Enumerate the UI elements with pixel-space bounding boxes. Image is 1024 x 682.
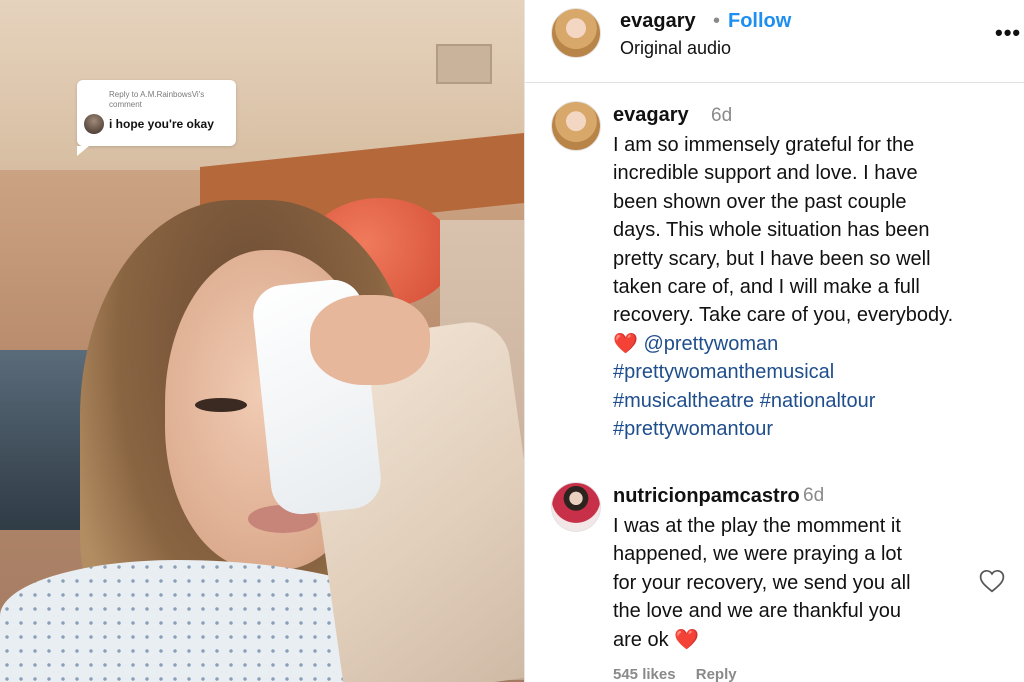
comment-likes-count[interactable]: 545 likes [613,666,676,682]
comment-last-line: are ok ❤️ [613,626,973,654]
commenter-username[interactable]: nutricionpamcastro [613,485,800,508]
mention-link[interactable]: @prettywoman [643,333,778,355]
comment-line: the love and we are thankful you [613,600,901,623]
caption-line: incredible support and love. I have [613,162,918,185]
person-hand [310,295,430,385]
person-eye [195,398,247,412]
reply-sticker-text: i hope you're okay [109,117,214,131]
caption-line: days. This whole situation has been [613,219,930,242]
post-header: evagary • Follow Original audio ••• [525,0,1024,83]
avatar [84,114,104,134]
caption-text: I am so immensely grateful for the incre… [613,131,1018,443]
author-username[interactable]: evagary [620,10,696,33]
caption-timestamp[interactable]: 6d [711,105,732,127]
comment-meta: 545 likes Reply [613,666,753,682]
comment-line-text: are ok [613,628,669,651]
reply-sticker: Reply to A.M.RainbowsVi's comment i hope… [77,80,236,156]
hashtag-link[interactable]: #musicaltheatre [613,390,754,412]
post-media[interactable]: Reply to A.M.RainbowsVi's comment i hope… [0,0,524,682]
reply-meta-line2: comment [109,100,142,109]
ceiling-vent [436,44,492,84]
heart-emoji-icon: ❤️ [674,628,700,651]
caption-author-avatar[interactable] [551,101,601,151]
like-heart-icon[interactable] [979,569,1005,593]
comment-timestamp[interactable]: 6d [803,485,824,507]
caption-mention-line: ❤️ @prettywoman [613,330,1018,358]
hospital-equipment [0,350,90,530]
hashtag-link[interactable]: #prettywomantour [613,418,773,440]
hashtag-line: #prettywomanthemusical [613,358,1018,386]
caption-line: pretty scary, but I have been so well [613,247,931,270]
caption-line: I am so immensely grateful for the [613,134,915,156]
caption-line: been shown over the past couple [613,190,907,213]
follow-button[interactable]: Follow [728,10,791,33]
reply-button[interactable]: Reply [696,666,737,682]
hashtag-line: #musicaltheatre #nationaltour [613,387,1018,415]
separator-dot: • [713,10,721,32]
hashtag-link[interactable]: #nationaltour [760,390,876,412]
caption-line: recovery. Take care of you, everybody. [613,304,954,327]
comment-line: I was at the play the momment it [613,515,901,537]
more-options-icon[interactable]: ••• [995,20,1021,46]
caption-username[interactable]: evagary [613,104,689,127]
comment-line: for your recovery, we send you all [613,571,911,594]
hashtag-line: #prettywomantour [613,415,1018,443]
comment-line: happened, we were praying a lot [613,543,903,566]
hashtag-link[interactable]: #prettywomanthemusical [613,361,834,383]
author-avatar[interactable] [551,8,601,58]
audio-link[interactable]: Original audio [620,38,731,59]
post-panel: evagary • Follow Original audio ••• evag… [524,0,1024,682]
heart-emoji-icon: ❤️ [613,332,638,355]
commenter-avatar[interactable] [551,482,601,532]
comment-text: I was at the play the momment it happene… [613,512,973,654]
reply-sticker-row: i hope you're okay [84,114,214,134]
caption-line: taken care of, and I will make a full [613,276,920,299]
reply-sticker-meta: Reply to A.M.RainbowsVi's comment [109,90,228,110]
reply-meta-line1: Reply to A.M.RainbowsVi's [109,90,205,99]
